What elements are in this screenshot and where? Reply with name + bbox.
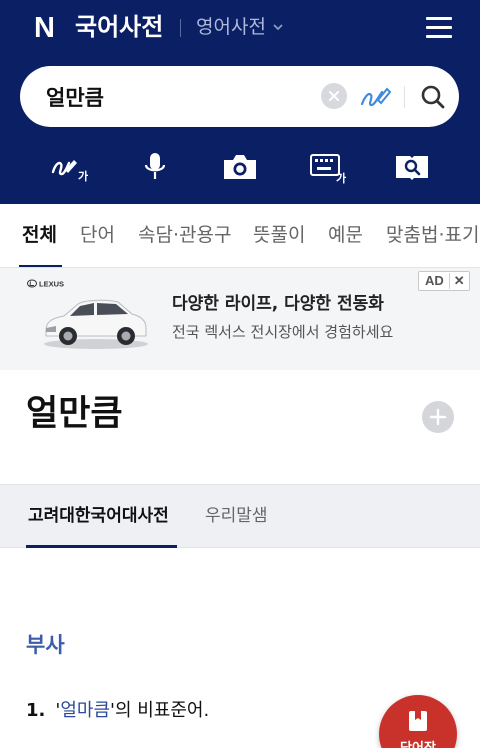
tab-definitions[interactable]: 뜻풀이 — [253, 221, 305, 249]
ad-description: 전국 렉서스 전시장에서 경험하세요 — [172, 323, 394, 341]
close-icon — [329, 91, 339, 101]
lexus-logo: LEXUS — [27, 279, 64, 289]
ad-title: 다양한 라이프, 다양한 전동화 — [172, 294, 384, 314]
tab-examples[interactable]: 예문 — [328, 221, 363, 249]
category-tabs: 전체 단어 속담·관용구 뜻풀이 예문 맞춤법·표기 — [0, 204, 480, 268]
sense-definition: 1. '얼마큼'의 비표준어. — [26, 697, 209, 725]
ad-label: AD — [419, 273, 450, 289]
camera-icon — [224, 155, 256, 179]
dictionary-switch[interactable]: 영어사전 — [196, 14, 284, 40]
entry-word: 얼만큼 — [26, 394, 123, 434]
chevron-down-icon — [273, 24, 283, 31]
image-search-tool[interactable] — [220, 150, 260, 184]
book-search-tool[interactable] — [392, 150, 432, 184]
handwriting-korean-icon: 가 — [51, 160, 88, 183]
microphone-icon — [144, 153, 166, 179]
search-divider — [404, 86, 405, 108]
voice-search-tool[interactable] — [136, 150, 176, 184]
menu-button[interactable] — [426, 15, 454, 39]
svg-text:가: 가 — [336, 171, 346, 184]
add-to-wordbook-button[interactable] — [422, 401, 454, 433]
tab-words[interactable]: 단어 — [80, 221, 115, 249]
sense-number: 1. — [26, 700, 46, 721]
tab-korea-univ-dictionary[interactable]: 고려대한국어대사전 — [28, 503, 169, 529]
wordbook-fab[interactable]: 단어장 — [379, 695, 457, 748]
handwriting-icon — [360, 87, 392, 107]
input-tools: 가 가 — [0, 140, 480, 192]
close-ad-icon[interactable]: ✕ — [450, 273, 465, 289]
plus-icon — [429, 408, 447, 426]
search-box — [20, 66, 459, 127]
dictionary-switch-label: 영어사전 — [196, 16, 266, 38]
handwriting-button[interactable] — [359, 82, 392, 112]
book-search-icon — [396, 156, 428, 180]
tab-idioms[interactable]: 속담·관용구 — [138, 221, 231, 249]
active-source-indicator — [26, 545, 177, 548]
part-of-speech: 부사 — [26, 633, 65, 657]
search-icon — [421, 85, 445, 109]
ad-banner[interactable]: LEXUS 다양한 라이프, 다양한 전동화 전국 렉서스 전시장에서 경험하세… — [0, 268, 480, 370]
top-bar: N 국어사전 영어사전 — [0, 0, 480, 58]
search-button[interactable] — [418, 82, 448, 112]
car-image — [44, 299, 148, 349]
korean-keyboard-tool[interactable]: 가 — [308, 150, 348, 185]
dictionary-source-tabs: 고려대한국어대사전 우리말샘 — [0, 484, 480, 548]
keyboard-korean-icon: 가 — [310, 154, 346, 185]
header: N 국어사전 영어사전 얼만큼 가 가 — [0, 0, 480, 204]
naver-logo[interactable]: N — [34, 14, 60, 43]
ad-badge[interactable]: AD ✕ — [418, 271, 470, 291]
standard-word-link[interactable]: 얼마큼 — [60, 700, 110, 721]
tab-urimalsaem[interactable]: 우리말샘 — [205, 503, 268, 529]
svg-text:LEXUS: LEXUS — [39, 280, 64, 289]
bookmark-book-icon — [409, 711, 427, 731]
tab-all[interactable]: 전체 — [22, 221, 57, 249]
search-input[interactable] — [46, 80, 306, 113]
title-divider — [180, 19, 181, 37]
hamburger-icon — [426, 17, 452, 20]
svg-text:가: 가 — [78, 169, 88, 183]
app-title[interactable]: 국어사전 — [75, 12, 163, 42]
sense-text: '의 비표준어. — [110, 700, 210, 721]
clear-search-button[interactable] — [321, 83, 347, 109]
wordbook-label: 단어장 — [379, 737, 457, 748]
tab-spelling[interactable]: 맞춤법·표기 — [386, 221, 479, 249]
korean-handwriting-tool[interactable]: 가 — [50, 150, 90, 184]
